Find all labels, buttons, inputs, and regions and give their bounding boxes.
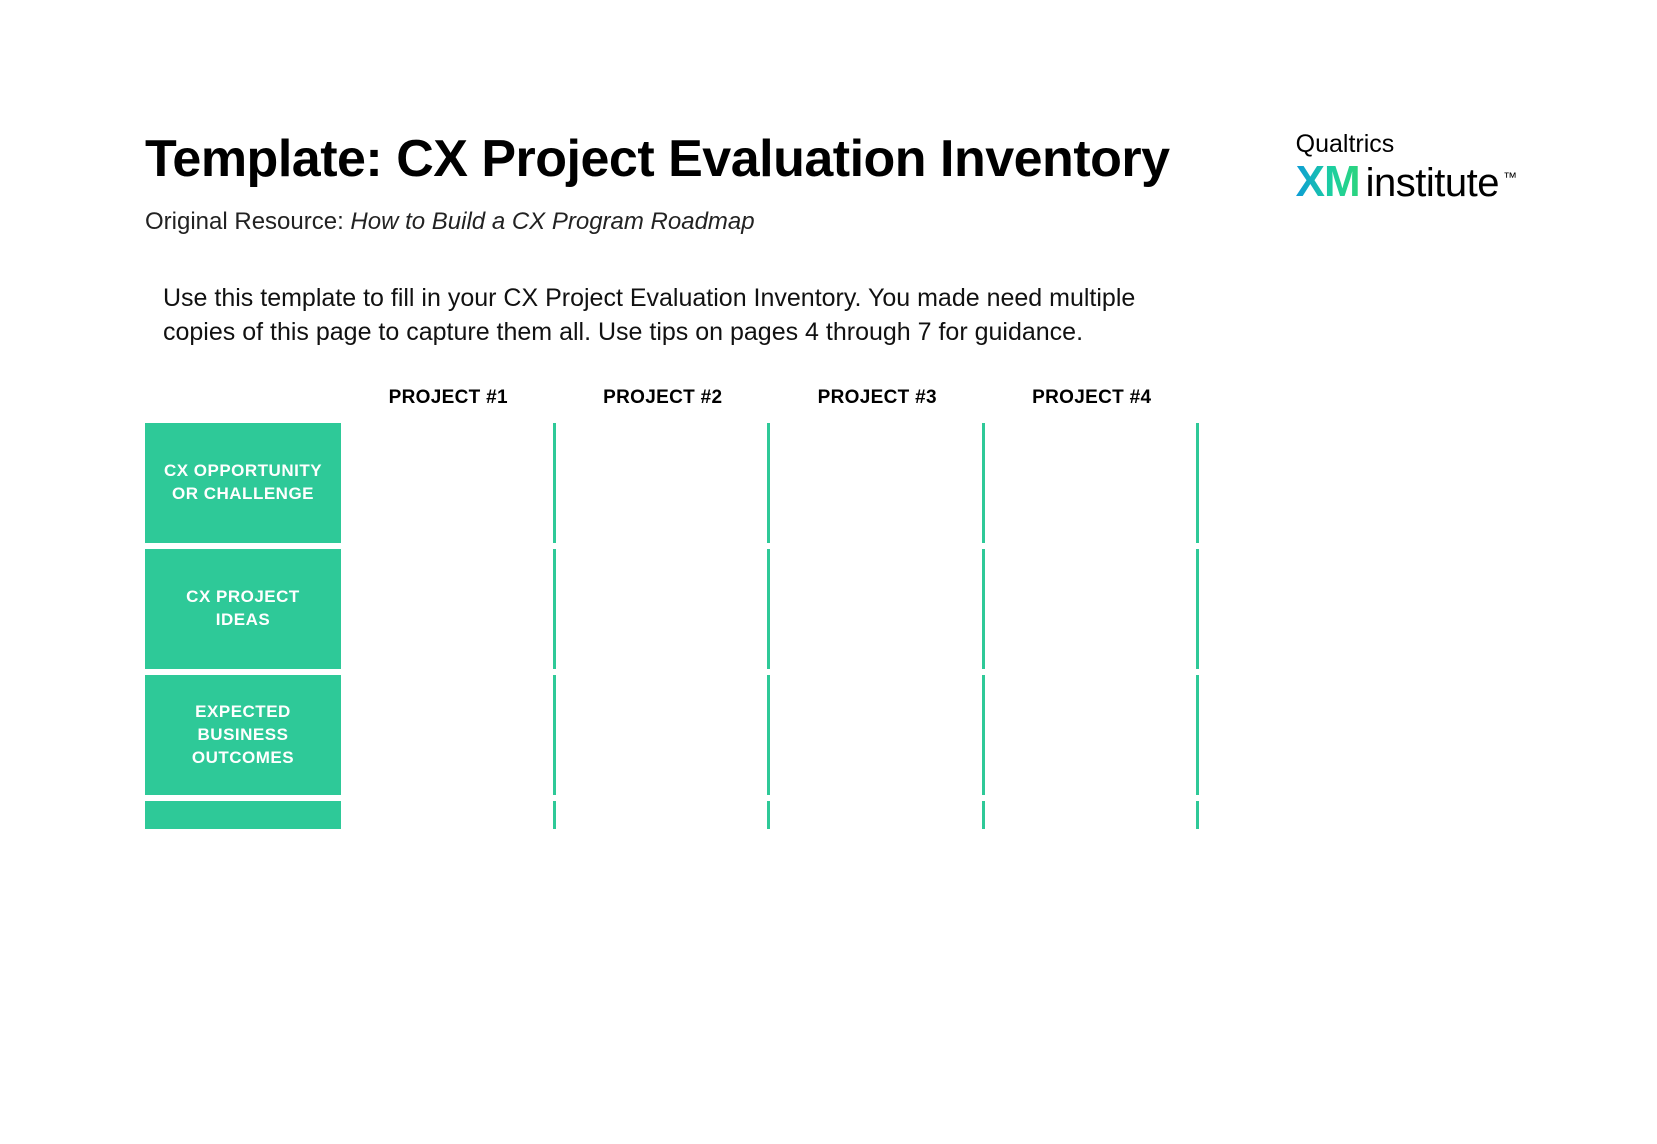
table-cell[interactable]	[770, 675, 985, 795]
logo-xm-row: XM institute™	[1296, 157, 1517, 207]
table-cell[interactable]	[341, 423, 556, 543]
table-cell[interactable]	[341, 675, 556, 795]
table-row: EXPECTED BUSINESS OUTCOMES	[145, 675, 1199, 795]
intro-text: Use this template to fill in your CX Pro…	[163, 282, 1213, 350]
table-cell[interactable]	[985, 423, 1200, 543]
page-title: Template: CX Project Evaluation Inventor…	[145, 130, 1266, 190]
table-cell[interactable]	[556, 675, 771, 795]
logo-tm-symbol: ™	[1503, 169, 1517, 185]
title-block: Template: CX Project Evaluation Inventor…	[145, 130, 1266, 236]
row-label-spacer	[145, 379, 341, 423]
row-label: EXPECTED BUSINESS OUTCOMES	[145, 675, 341, 795]
table-cell[interactable]	[341, 801, 556, 829]
row-label: CX OPPORTUNITY OR CHALLENGE	[145, 423, 341, 543]
table-cell[interactable]	[770, 549, 985, 669]
table-cell[interactable]	[985, 801, 1200, 829]
subtitle-resource: How to Build a CX Program Roadmap	[350, 208, 754, 235]
table-row: CX OPPORTUNITY OR CHALLENGE	[145, 423, 1199, 543]
table-cell[interactable]	[770, 423, 985, 543]
table-cell[interactable]	[341, 549, 556, 669]
table-cell[interactable]	[556, 549, 771, 669]
logo-institute-text: institute	[1366, 161, 1499, 206]
subtitle: Original Resource: How to Build a CX Pro…	[145, 208, 1266, 236]
table-cell[interactable]	[556, 423, 771, 543]
evaluation-table: PROJECT #1 PROJECT #2 PROJECT #3 PROJECT…	[145, 379, 1199, 829]
column-header: PROJECT #4	[985, 379, 1200, 423]
column-header: PROJECT #3	[770, 379, 985, 423]
column-header-row: PROJECT #1 PROJECT #2 PROJECT #3 PROJECT…	[145, 379, 1199, 423]
row-label-partial	[145, 801, 341, 829]
brand-logo: Qualtrics XM institute™	[1296, 130, 1517, 207]
header-row: Template: CX Project Evaluation Inventor…	[145, 130, 1517, 236]
row-label: CX PROJECT IDEAS	[145, 549, 341, 669]
table-cell[interactable]	[770, 801, 985, 829]
table-cell[interactable]	[985, 549, 1200, 669]
table-row: CX PROJECT IDEAS	[145, 549, 1199, 669]
table-cell[interactable]	[556, 801, 771, 829]
column-header: PROJECT #1	[341, 379, 556, 423]
table-cell[interactable]	[985, 675, 1200, 795]
table-row-partial	[145, 801, 1199, 829]
subtitle-label: Original Resource:	[145, 208, 350, 235]
logo-qualtrics-text: Qualtrics	[1296, 130, 1517, 159]
column-header: PROJECT #2	[556, 379, 771, 423]
logo-xm-text: XM	[1296, 157, 1360, 207]
